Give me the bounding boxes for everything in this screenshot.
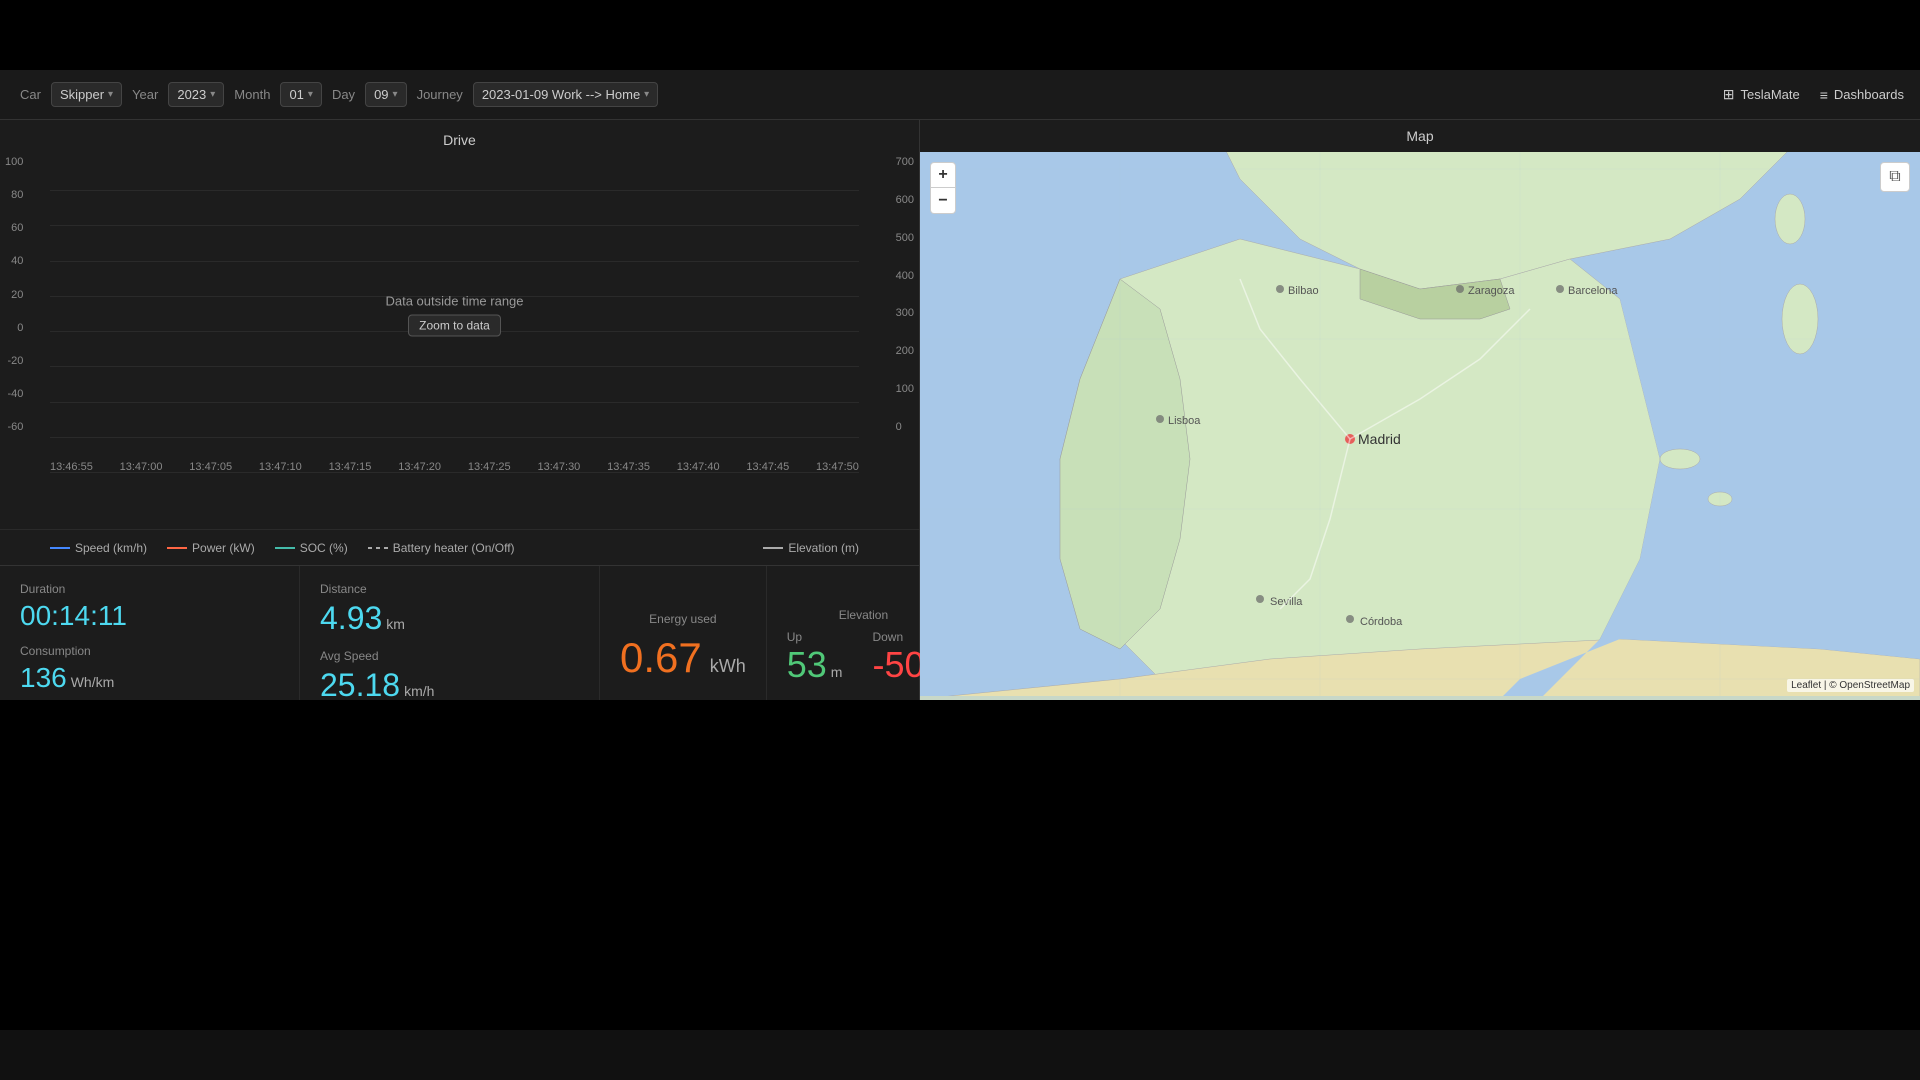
elevation-up: Up 53 m — [787, 630, 843, 686]
chevron-down-icon: ▾ — [108, 89, 113, 100]
dashboards-label: Dashboards — [1834, 87, 1904, 102]
elevation-line-icon — [763, 547, 783, 549]
chart-area: 100 80 60 40 20 0 -20 -40 -60 700 600 — [50, 156, 859, 473]
power-line-icon — [167, 547, 187, 549]
power-label: Power (kW) — [192, 541, 255, 555]
right-panel: Map — [920, 120, 1920, 700]
outside-range-text: Data outside time range — [385, 293, 523, 308]
battery-heater-line-icon — [368, 547, 388, 549]
legend-elevation: Elevation (m) — [763, 541, 859, 555]
legend-battery-heater: Battery heater (On/Off) — [368, 541, 515, 555]
day-value: 09 — [374, 87, 388, 102]
avg-speed-value: 25.18 — [320, 667, 400, 704]
soc-label: SOC (%) — [300, 541, 348, 555]
day-dropdown[interactable]: 09 ▾ — [365, 82, 407, 107]
chevron-down-icon: ▾ — [644, 89, 649, 100]
soc-line-icon — [275, 547, 295, 549]
svg-text:Córdoba: Córdoba — [1360, 616, 1403, 628]
chart-container: Drive 100 80 60 40 20 0 -20 -40 -60 — [0, 120, 919, 529]
elevation-up-value: 53 — [787, 644, 827, 686]
zoom-to-data-button[interactable]: Zoom to data — [408, 314, 501, 336]
month-dropdown[interactable]: 01 ▾ — [280, 82, 322, 107]
grid-icon: ⊞ — [1723, 86, 1735, 103]
legend-speed: Speed (km/h) — [50, 541, 147, 555]
menu-icon: ≡ — [1820, 87, 1828, 103]
distance-value: 4.93 — [320, 600, 382, 637]
speed-line-icon — [50, 547, 70, 549]
distance-label: Distance — [320, 582, 579, 596]
elevation-down-value: -50 — [872, 644, 924, 686]
month-value: 01 — [289, 87, 303, 102]
chart-title: Drive — [0, 132, 919, 148]
left-panel: Drive 100 80 60 40 20 0 -20 -40 -60 — [0, 120, 920, 700]
chart-message: Data outside time range Zoom to data — [385, 293, 523, 336]
energy-label: Energy used — [620, 612, 746, 626]
month-label: Month — [230, 87, 274, 102]
zoom-in-button[interactable]: + — [930, 162, 956, 188]
chevron-down-icon: ▾ — [393, 89, 398, 100]
elevation-up-unit: m — [831, 664, 843, 680]
stats-panel: Duration 00:14:11 Consumption 136 Wh/km — [0, 565, 919, 700]
map-layer-button[interactable]: ⧉ — [1880, 162, 1910, 192]
consumption-unit: Wh/km — [71, 674, 115, 690]
journey-dropdown[interactable]: 2023-01-09 Work --> Home ▾ — [473, 82, 658, 107]
y-axis-right: 700 600 500 400 300 200 100 0 — [896, 156, 914, 433]
energy-value: 0.67 — [620, 634, 702, 682]
battery-heater-label: Battery heater (On/Off) — [393, 541, 515, 555]
year-label: Year — [128, 87, 162, 102]
zoom-out-button[interactable]: − — [930, 188, 956, 214]
map-attribution: Leaflet | © OpenStreetMap — [1787, 679, 1914, 692]
legend-power: Power (kW) — [167, 541, 255, 555]
consumption-value: 136 — [20, 662, 67, 694]
car-label: Car — [16, 87, 45, 102]
svg-text:Lisboa: Lisboa — [1168, 415, 1201, 427]
car-value: Skipper — [60, 87, 104, 102]
avg-speed-label: Avg Speed — [320, 649, 579, 663]
year-value: 2023 — [177, 87, 206, 102]
teslamate-label: TeslaMate — [1740, 87, 1799, 102]
elevation-up-label: Up — [787, 630, 843, 644]
elevation-label: Elevation — [787, 608, 940, 622]
y-axis-left: 100 80 60 40 20 0 -20 -40 -60 — [5, 156, 23, 433]
elevation-label: Elevation (m) — [788, 541, 859, 555]
duration-value: 00:14:11 — [20, 600, 279, 632]
svg-text:Bilbao: Bilbao — [1288, 285, 1319, 297]
chevron-down-icon: ▾ — [308, 89, 313, 100]
journey-value: 2023-01-09 Work --> Home — [482, 87, 640, 102]
legend-soc: SOC (%) — [275, 541, 348, 555]
map-title: Map — [920, 120, 1920, 152]
journey-label: Journey — [413, 87, 467, 102]
car-dropdown[interactable]: Skipper ▾ — [51, 82, 122, 107]
speed-label: Speed (km/h) — [75, 541, 147, 555]
consumption-label: Consumption — [20, 644, 279, 658]
chevron-down-icon: ▾ — [210, 89, 215, 100]
distance-unit: km — [386, 616, 405, 632]
energy-unit: kWh — [710, 656, 746, 677]
x-axis: 13:46:55 13:47:00 13:47:05 13:47:10 13:4… — [50, 461, 859, 473]
year-dropdown[interactable]: 2023 ▾ — [168, 82, 224, 107]
day-label: Day — [328, 87, 359, 102]
dashboards-link[interactable]: ≡ Dashboards — [1820, 87, 1904, 103]
map-area: Madrid Lisboa Bilbao Barcelona Zaragoza … — [920, 152, 1920, 696]
teslamate-link[interactable]: ⊞ TeslaMate — [1723, 86, 1800, 103]
avg-speed-unit: km/h — [404, 683, 434, 699]
svg-text:Barcelona: Barcelona — [1568, 285, 1618, 297]
svg-text:Madrid: Madrid — [1358, 431, 1401, 447]
chart-legend: Speed (km/h) Power (kW) SOC (%) Battery … — [0, 529, 919, 565]
duration-label: Duration — [20, 582, 279, 596]
svg-text:Zaragoza: Zaragoza — [1468, 285, 1515, 297]
map-svg: Madrid Lisboa Bilbao Barcelona Zaragoza … — [920, 152, 1920, 696]
layers-icon: ⧉ — [1889, 168, 1900, 186]
topbar: Car Skipper ▾ Year 2023 ▾ Month 01 ▾ Day… — [0, 70, 1920, 120]
map-controls: + − — [930, 162, 956, 214]
